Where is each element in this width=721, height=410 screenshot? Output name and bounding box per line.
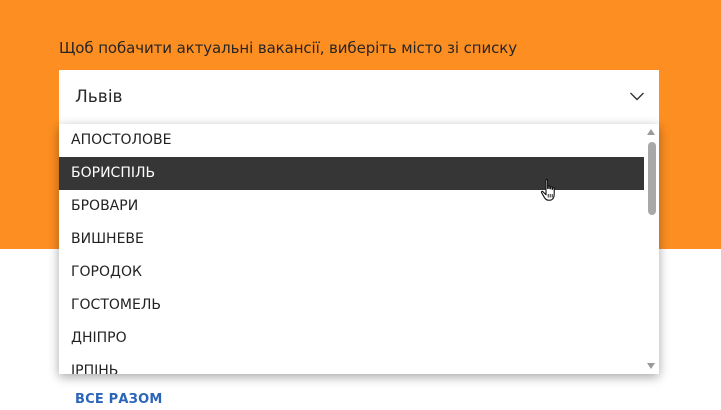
- hand-pointer-icon: [540, 178, 555, 201]
- city-option[interactable]: ДНІПРО: [59, 322, 644, 355]
- city-option[interactable]: ГОСТОМЕЛЬ: [59, 289, 644, 322]
- city-select-prompt: Щоб побачити актуальні вакансії, виберіт…: [59, 39, 518, 57]
- city-select[interactable]: Львів: [59, 70, 659, 124]
- all-together-link[interactable]: ВСЕ РАЗОМ: [75, 392, 162, 407]
- scroll-down-arrow-icon[interactable]: [647, 363, 655, 369]
- scroll-up-arrow-icon[interactable]: [647, 129, 655, 135]
- selected-city-value: Львів: [75, 87, 123, 107]
- chevron-down-icon[interactable]: [629, 90, 645, 102]
- city-dropdown-list[interactable]: АПОСТОЛОВЕ БОРИСПІЛЬ БРОВАРИ ВИШНЕВЕ ГОР…: [59, 124, 659, 374]
- scrollbar-thumb[interactable]: [648, 142, 656, 215]
- city-option[interactable]: ГОРОДОК: [59, 256, 644, 289]
- city-option[interactable]: ІРПІНЬ: [59, 355, 644, 374]
- dropdown-scrollbar[interactable]: [644, 124, 659, 374]
- city-option[interactable]: АПОСТОЛОВЕ: [59, 124, 644, 157]
- city-options: АПОСТОЛОВЕ БОРИСПІЛЬ БРОВАРИ ВИШНЕВЕ ГОР…: [59, 124, 644, 374]
- city-option[interactable]: ВИШНЕВЕ: [59, 223, 644, 256]
